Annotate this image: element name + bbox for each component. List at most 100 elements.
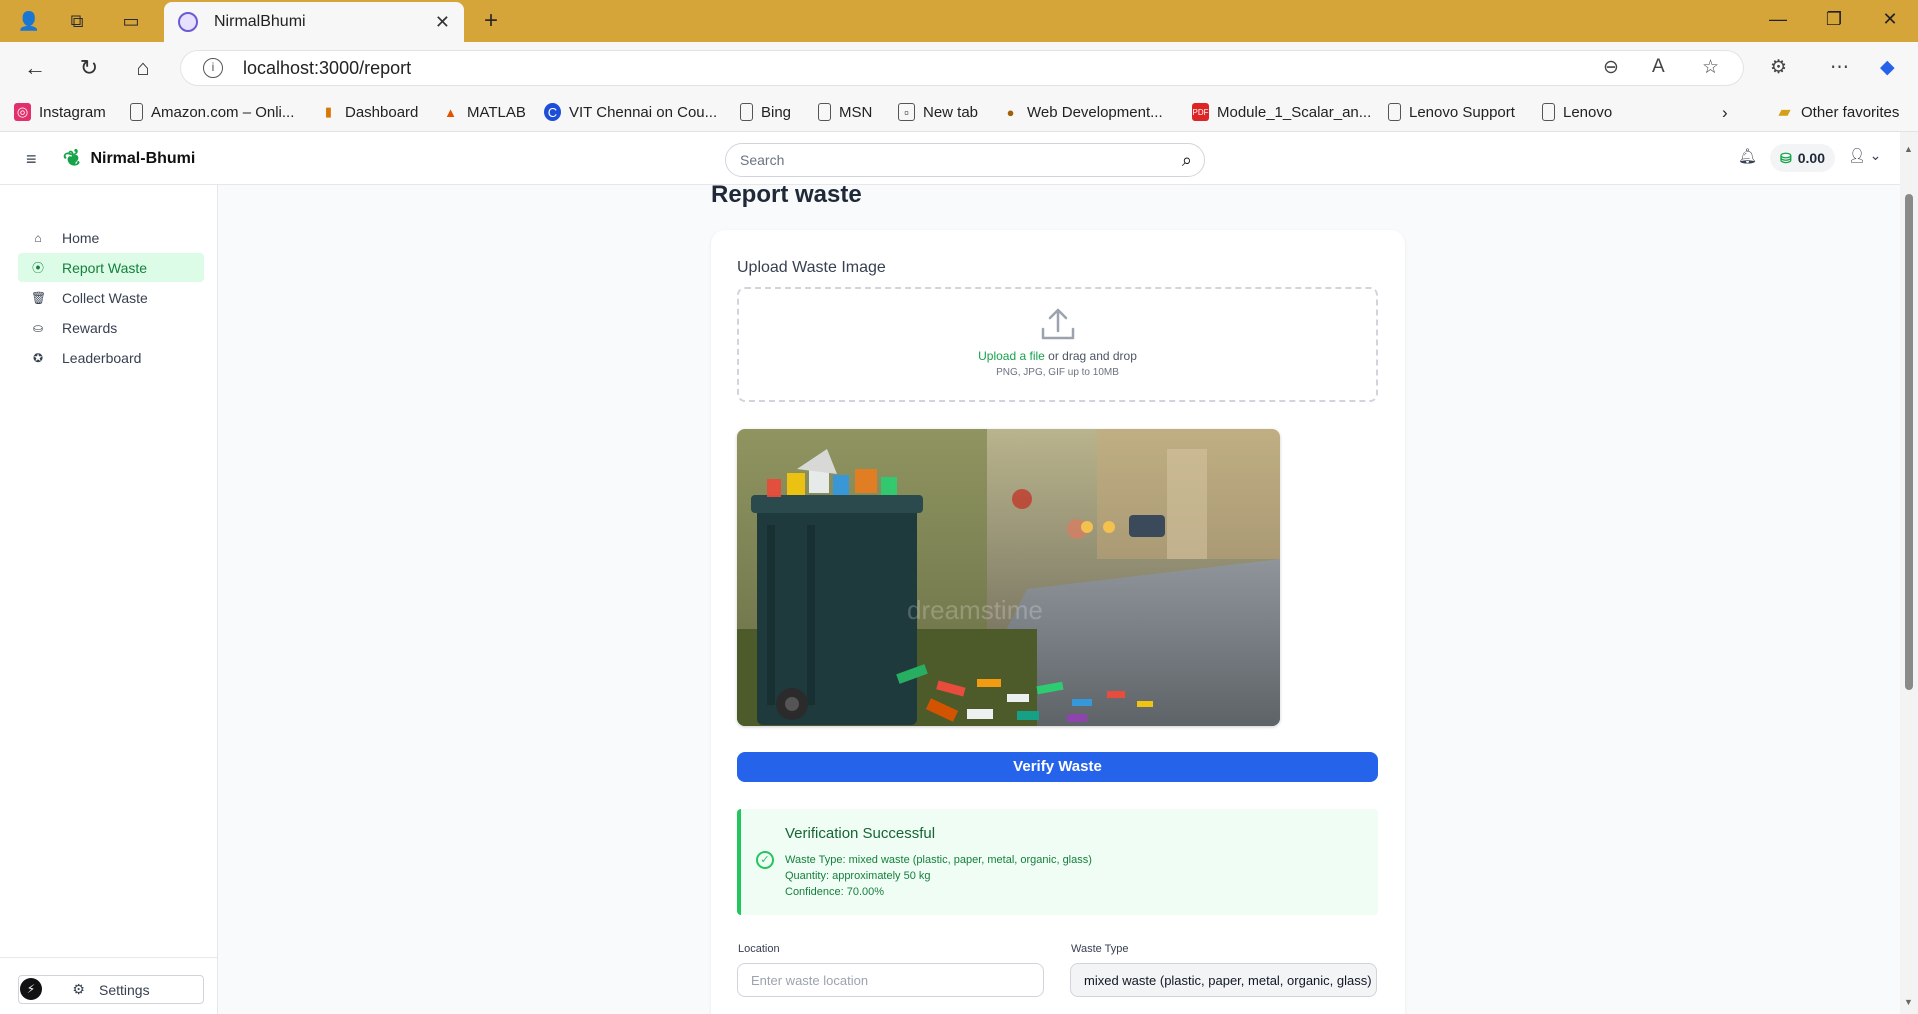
waste-type-input[interactable]: mixed waste (plastic, paper, metal, orga… [1070, 963, 1377, 997]
sidebar-item-home[interactable]: ⌂ Home [18, 223, 204, 252]
bookmark-item[interactable]: Amazon.com – Onli... [130, 103, 294, 121]
app-header: ≡ ❦ Nirmal-Bhumi Search ⌕ 🔔︎ ⛁ 0.00 👤︎ ⌄ [0, 132, 1900, 185]
settings-button[interactable]: ⚙ Settings [18, 975, 204, 1004]
sidebar-item-leaderboard[interactable]: ✪ Leaderboard [18, 343, 204, 372]
home-icon: ⌂ [34, 230, 42, 245]
workspaces-icon[interactable]: ⧉ [64, 9, 90, 33]
sidebar-item-rewards[interactable]: ⛀ Rewards [18, 313, 204, 342]
sidebar-item-collect-waste[interactable]: 🗑︎ Collect Waste [18, 283, 204, 312]
scroll-up-icon[interactable]: ▲ [1904, 144, 1913, 154]
coursera-icon: C [544, 103, 561, 121]
medal-icon: ✪ [32, 350, 44, 365]
sidebar: ⌂ Home ⦿ Report Waste 🗑︎ Collect Waste ⛀… [0, 185, 218, 1014]
scrollbar-thumb[interactable] [1905, 194, 1913, 690]
restore-icon[interactable]: ❐ [1814, 9, 1854, 33]
waste-type-value: mixed waste (plastic, paper, metal, orga… [1084, 972, 1372, 988]
tab-close-icon[interactable]: ✕ [435, 12, 450, 33]
page-icon [740, 103, 753, 121]
bookmark-item[interactable]: ▲ MATLAB [442, 103, 526, 121]
bookmark-item[interactable]: Bing [740, 103, 791, 121]
bookmark-item[interactable]: ▮ Dashboard [320, 103, 418, 121]
map-pin-icon: ⦿ [31, 261, 44, 275]
zoom-out-icon[interactable]: ⊖ [1603, 56, 1619, 79]
web-icon: ● [1006, 104, 1015, 120]
waste-type-label: Waste Type [1071, 943, 1129, 955]
new-tab-button[interactable]: + [478, 7, 504, 34]
user-menu-button[interactable]: 👤︎ ⌄ [1848, 147, 1881, 164]
check-circle-icon: ✓ [756, 851, 774, 869]
bookmark-item[interactable]: ◎ Instagram [14, 103, 106, 121]
bookmark-item[interactable]: Lenovo [1542, 103, 1612, 121]
search-icon[interactable]: ⌕ [1182, 150, 1192, 171]
tab-title: NirmalBhumi [214, 13, 306, 30]
folder-icon: ▰ [1778, 104, 1791, 121]
copilot-icon[interactable]: ◆ [1880, 56, 1895, 79]
waste-image-preview: dreamstime [737, 429, 1280, 726]
page-scrollbar[interactable]: ▲ ▼ [1900, 132, 1918, 1014]
other-favorites[interactable]: ▰ Other favorites [1776, 103, 1899, 122]
page-icon [1388, 103, 1401, 121]
coins-icon: ⛁ [1780, 149, 1792, 166]
brand-logo[interactable]: ❦ Nirmal-Bhumi [60, 144, 196, 174]
upload-label: Upload Waste Image [737, 259, 886, 276]
location-placeholder: Enter waste location [751, 972, 869, 988]
balance-badge: ⛁ 0.00 [1770, 144, 1835, 172]
bookmark-item[interactable]: ▫ New tab [898, 103, 978, 121]
page-icon [818, 103, 831, 121]
location-label: Location [738, 943, 780, 955]
sidebar-item-report-waste[interactable]: ⦿ Report Waste [18, 253, 204, 282]
scroll-down-icon[interactable]: ▼ [1904, 997, 1913, 1007]
dashboard-icon: ▮ [324, 104, 333, 119]
coins-icon: ⛀ [32, 320, 44, 335]
matlab-icon: ▲ [444, 104, 457, 120]
reload-icon[interactable]: ↻ [74, 54, 104, 82]
site-info-icon[interactable]: i [203, 58, 223, 78]
site-favicon-icon [178, 12, 198, 32]
favorite-star-icon[interactable]: ☆ [1702, 56, 1719, 79]
search-placeholder: Search [740, 152, 785, 168]
page-icon [130, 103, 143, 121]
home-browser-icon[interactable]: ⌂ [128, 54, 158, 82]
leaf-icon: ❦ [60, 143, 86, 174]
search-input[interactable]: Search ⌕ [725, 143, 1205, 177]
bolt-icon[interactable]: ⚡︎ [20, 978, 42, 1000]
bookmark-item[interactable]: MSN [818, 103, 872, 121]
more-menu-icon[interactable]: ⋯ [1830, 56, 1849, 79]
extensions-icon[interactable]: ⚙ [1770, 56, 1787, 79]
image-watermark: dreamstime [907, 595, 1043, 625]
back-icon[interactable]: ← [20, 54, 50, 82]
bookmark-item[interactable]: C VIT Chennai on Cou... [544, 103, 717, 121]
verify-waste-button[interactable]: Verify Waste [737, 752, 1378, 782]
tab-actions-icon[interactable]: ▭ [118, 9, 144, 33]
bookmarks-overflow-chevron-icon[interactable]: › [1722, 103, 1728, 123]
read-aloud-icon[interactable]: A [1652, 56, 1665, 78]
gear-icon: ⚙ [72, 981, 85, 997]
bookmark-item[interactable]: ● Web Development... [1002, 103, 1163, 121]
profile-avatar-icon[interactable]: 👤 [16, 9, 42, 33]
upload-file-link[interactable]: Upload a file [978, 349, 1045, 363]
browser-tab-bar: 👤 ⧉ ▭ NirmalBhumi ✕ + — ❐ ✕ [0, 0, 1918, 42]
upload-dropzone[interactable]: Upload a file or drag and drop PNG, JPG,… [737, 287, 1378, 402]
upload-hint: PNG, JPG, GIF up to 10MB [996, 367, 1119, 378]
browser-tab-active[interactable]: NirmalBhumi ✕ [164, 2, 464, 42]
bookmark-item[interactable]: Lenovo Support [1388, 103, 1515, 121]
verification-result: ✓ Verification Successful Waste Type: mi… [737, 809, 1378, 915]
browser-toolbar: ← ↻ ⌂ i localhost:3000/report ⊖ A ☆ ⚙ ⋯ … [0, 42, 1918, 94]
page-icon [1542, 103, 1555, 121]
brand-name: Nirmal-Bhumi [90, 150, 196, 167]
bell-icon[interactable]: 🔔︎ [1738, 147, 1757, 165]
bookmark-item[interactable]: PDF Module_1_Scalar_an... [1192, 103, 1371, 121]
upload-icon [1041, 308, 1075, 340]
minimize-icon[interactable]: — [1758, 9, 1798, 33]
upload-instructions: Upload a file or drag and drop [978, 349, 1137, 363]
url-text: localhost:3000/report [243, 57, 412, 78]
window-close-icon[interactable]: ✕ [1870, 9, 1910, 33]
balance-value: 0.00 [1797, 150, 1825, 166]
waste-photo: dreamstime [737, 429, 1280, 726]
address-bar[interactable]: i localhost:3000/report [180, 50, 1744, 86]
verification-confidence: Confidence: 70.00% [785, 886, 885, 898]
newtab-icon: ▫ [898, 103, 915, 121]
sidebar-footer: ⚙ Settings ⚡︎ [0, 957, 218, 1014]
location-input[interactable]: Enter waste location [737, 963, 1044, 997]
menu-icon[interactable]: ≡ [26, 149, 37, 170]
